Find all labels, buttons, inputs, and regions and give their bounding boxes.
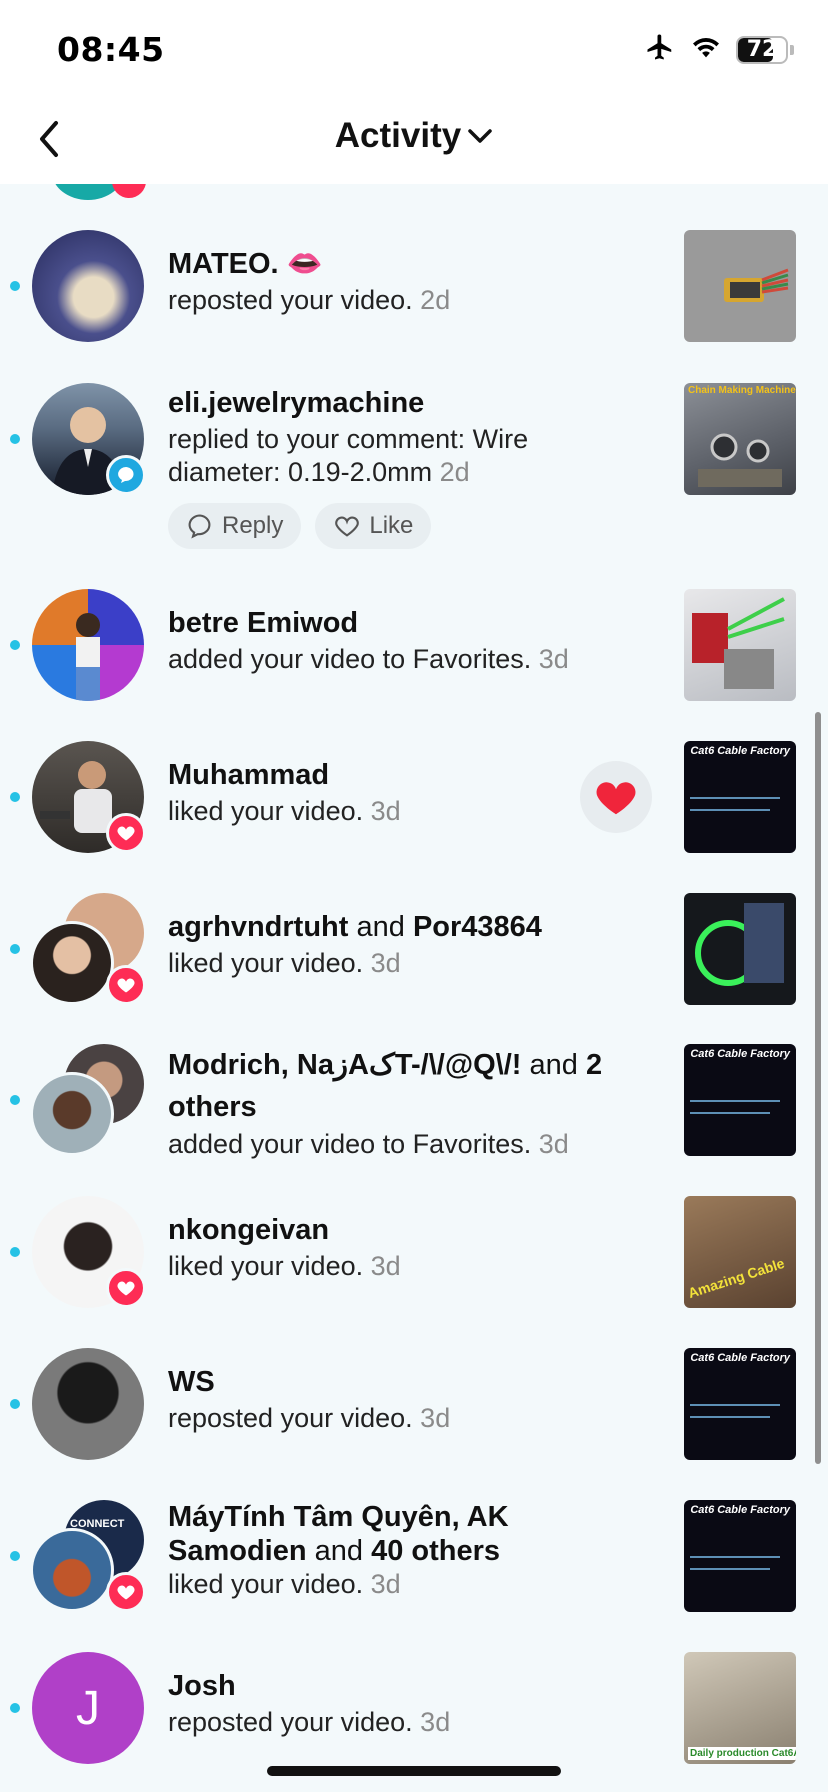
chevron-down-icon [468,129,492,143]
video-thumbnail[interactable]: Cat6 Cable Factory [684,1500,796,1612]
unread-dot [10,792,20,802]
heart-badge-icon [112,184,146,198]
activity-text: reposted your video. 3d [168,1707,451,1737]
like-label: Like [369,512,414,539]
avatar[interactable]: J [32,1652,144,1764]
video-thumbnail[interactable]: Amazing Cable [684,1196,796,1308]
battery-icon: 72 [736,35,794,64]
heart-badge-icon [106,965,146,1005]
thumbnail-caption: Amazing Cable [685,1254,787,1302]
video-thumbnail[interactable]: Cat6 Cable Factory [684,1044,796,1156]
comment-badge-icon [106,455,146,495]
heart-badge-icon [106,813,146,853]
unread-dot [10,1095,20,1105]
list-item[interactable]: Muhammad liked your video. 3d Cat6 Cable… [0,741,828,853]
avatar[interactable] [32,1348,144,1460]
unread-dot [10,1551,20,1561]
activity-text: liked your video. 3d [168,1251,401,1281]
wifi-icon [690,34,722,65]
username[interactable]: nkongeivan [168,1210,668,1250]
list-item[interactable]: Modrich, NaزAکT-/\/@Q\/! and 2 others ad… [0,1044,828,1194]
activity-text: replied to your comment: Wire diameter: … [168,424,529,487]
activity-text: liked your video. 3d [168,948,401,978]
unread-dot [10,281,20,291]
unread-dot [10,944,20,954]
usernames[interactable]: Modrich, NaزAکT-/\/@Q\/! and 2 others [168,1044,648,1128]
like-comment-button[interactable]: Like [315,503,432,549]
activity-text: added your video to Favorites. 3d [168,1129,569,1159]
unread-dot [10,1399,20,1409]
thumbnail-caption: Daily production Cat6A [688,1747,796,1760]
username[interactable]: Josh [168,1666,668,1706]
list-item[interactable]: MATEO. 👄 reposted your video. 2d [0,230,828,342]
thumbnail-caption: Cat6 Cable Factory [690,1352,790,1364]
airplane-icon [644,32,676,67]
usernames[interactable]: MáyTính Tâm Quyên, AK Samodien and 40 ot… [168,1500,588,1568]
list-item[interactable]: nkongeivan liked your video. 3d Amazing … [0,1196,828,1308]
status-icons: 72 [644,32,794,67]
video-thumbnail[interactable]: Chain Making Machine [684,383,796,495]
video-thumbnail[interactable]: Cat6 Cable Factory [684,1348,796,1460]
thumbnail-caption: Cat6 Cable Factory [690,745,790,757]
heart-badge-icon [106,1268,146,1308]
home-indicator[interactable] [267,1766,561,1776]
unread-dot [10,1247,20,1257]
activity-text: reposted your video. 3d [168,1403,451,1433]
activity-text: liked your video. 3d [168,796,401,826]
status-time: 08:45 [57,30,165,69]
thumbnail-caption: Cat6 Cable Factory [690,1504,790,1516]
unread-dot [10,1703,20,1713]
unread-dot [10,434,20,444]
nav-bar: Activity [0,96,828,184]
username[interactable]: Muhammad [168,755,568,795]
video-thumbnail[interactable]: Cat6 Cable Factory [684,741,796,853]
list-item[interactable]: agrhvndrtuht and Por43864 liked your vid… [0,893,828,1005]
username[interactable]: MATEO. 👄 [168,244,668,284]
page-title: Activity [334,116,462,155]
username[interactable]: WS [168,1362,668,1402]
usernames[interactable]: agrhvndrtuht and Por43864 [168,907,668,947]
reply-label: Reply [222,512,284,539]
comment-icon [188,514,211,539]
avatar[interactable] [32,230,144,342]
avatar[interactable] [30,1528,114,1612]
video-thumbnail[interactable]: Daily production Cat6A [684,1652,796,1764]
heart-filled-icon [596,782,636,815]
video-thumbnail[interactable] [684,893,796,1005]
activity-text: added your video to Favorites. 3d [168,644,569,674]
avatar[interactable] [32,589,144,701]
activity-text: reposted your video. 2d [168,285,451,315]
heart-badge-icon [106,1572,146,1612]
heart-outline-icon [335,516,360,537]
list-item[interactable]: WS reposted your video. 3d Cat6 Cable Fa… [0,1348,828,1460]
like-back-button[interactable] [580,761,652,833]
username[interactable]: eli.jewelrymachine [168,383,668,423]
list-item[interactable]: eli.jewelrymachine replied to your comme… [0,383,828,553]
video-thumbnail[interactable] [684,230,796,342]
thumbnail-caption: Cat6 Cable Factory [690,1048,790,1060]
list-item[interactable]: betre Emiwod added your video to Favorit… [0,589,828,701]
scrollbar[interactable] [815,712,821,1464]
activity-text: liked your video. 3d [168,1569,401,1599]
reply-button[interactable]: Reply [168,503,302,549]
thumbnail-caption: Chain Making Machine [688,385,796,396]
avatar[interactable] [30,921,114,1005]
unread-dot [10,640,20,650]
list-item[interactable]: CONNECT MáyTính Tâm Quyên, AK Samodien a… [0,1500,828,1612]
activity-filter-dropdown[interactable]: Activity [0,116,828,156]
username[interactable]: betre Emiwod [168,603,668,643]
status-bar: 08:45 72 [0,0,828,96]
video-thumbnail[interactable] [684,589,796,701]
avatar-initial: J [76,1681,100,1735]
list-item[interactable]: J Josh reposted your video. 3d Daily pro… [0,1652,828,1764]
avatar[interactable] [30,1072,114,1156]
activity-list[interactable]: MATEO. 👄 reposted your video. 2d eli.jew… [0,184,828,1792]
battery-level: 72 [746,36,778,62]
